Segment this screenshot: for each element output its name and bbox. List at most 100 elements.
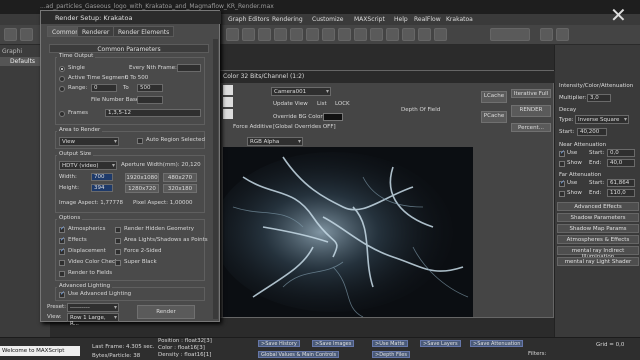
- range-start-field[interactable]: 0: [91, 84, 117, 92]
- use-advanced-lighting-checkbox[interactable]: [59, 290, 65, 298]
- rotate-icon[interactable]: [258, 28, 271, 41]
- area-lights-checkbox[interactable]: [115, 238, 121, 244]
- curve-editor-icon[interactable]: [386, 28, 399, 41]
- decay-start-field[interactable]: 40,200: [577, 128, 607, 136]
- render-hidden-geometry-checkbox[interactable]: [115, 227, 121, 233]
- range-end-field[interactable]: 500: [137, 84, 163, 92]
- preset-1920x1080-button[interactable]: 1920x1080: [125, 173, 159, 182]
- teapot-icon[interactable]: [540, 28, 553, 41]
- active-segment-radio[interactable]: [59, 76, 65, 82]
- lock-button[interactable]: LOCK: [335, 101, 350, 107]
- fb-render-button[interactable]: RENDER: [511, 105, 551, 117]
- common-parameters-rollout[interactable]: Common Parameters: [49, 44, 209, 53]
- menu-maxscript[interactable]: MAXScript: [354, 16, 385, 23]
- menu-graph-editors[interactable]: Graph Editors: [228, 16, 269, 23]
- displacement-checkbox[interactable]: [59, 247, 65, 255]
- shadow-parameters-button[interactable]: Shadow Parameters: [557, 213, 639, 222]
- green-channel-icon[interactable]: [223, 97, 233, 107]
- near-use-checkbox[interactable]: [559, 149, 565, 157]
- save-images-button[interactable]: >Save Images: [312, 340, 355, 347]
- list-button[interactable]: List: [317, 101, 327, 107]
- mirror-icon[interactable]: [338, 28, 351, 41]
- file-number-base-field[interactable]: [137, 96, 163, 104]
- far-start-field[interactable]: 61,864: [607, 179, 635, 187]
- area-to-render-dropdown[interactable]: View: [59, 137, 119, 146]
- dialog-scrollbar[interactable]: [213, 39, 218, 319]
- menu-realflow[interactable]: RealFlow: [414, 16, 441, 23]
- near-show-checkbox[interactable]: [559, 161, 565, 167]
- tab-renderer[interactable]: Renderer: [77, 26, 115, 37]
- far-use-checkbox[interactable]: [559, 179, 565, 187]
- near-end-field[interactable]: 40,0: [607, 159, 635, 167]
- bg-color-swatch[interactable]: [323, 113, 343, 121]
- shadow-map-params-button[interactable]: Shadow Map Params: [557, 224, 639, 233]
- iterative-full-button[interactable]: Iterative Full: [511, 89, 551, 98]
- decay-type-dropdown[interactable]: Inverse Square: [575, 115, 629, 124]
- single-radio[interactable]: [59, 66, 65, 72]
- mental-ray-indirect-button[interactable]: mental ray Indirect Illumination: [557, 246, 639, 260]
- width-field[interactable]: 700: [91, 173, 113, 181]
- material-editor-icon[interactable]: [418, 28, 431, 41]
- use-matte-button[interactable]: >Use Matte: [372, 340, 408, 347]
- preset-1280x720-button[interactable]: 1280x720: [125, 184, 159, 193]
- multiplier-field[interactable]: 3,0: [587, 94, 611, 102]
- layers-icon[interactable]: [370, 28, 383, 41]
- frames-field[interactable]: 1,3,5-12: [105, 109, 201, 117]
- unlink-icon[interactable]: [20, 28, 33, 41]
- far-show-checkbox[interactable]: [559, 191, 565, 197]
- maxscript-listener[interactable]: Welcome to MAXScript: [0, 346, 80, 356]
- frames-radio[interactable]: [59, 111, 65, 117]
- atmospherics-checkbox[interactable]: [59, 225, 65, 233]
- camera-dropdown[interactable]: Camera001: [271, 87, 331, 96]
- save-history-button[interactable]: >Save History: [258, 340, 300, 347]
- range-radio[interactable]: [59, 86, 65, 92]
- save-attenuation-button[interactable]: >Save Attenuation: [470, 340, 524, 347]
- super-black-checkbox[interactable]: [115, 260, 121, 266]
- render-to-fields-checkbox[interactable]: [59, 271, 65, 277]
- menu-rendering[interactable]: Rendering: [272, 16, 303, 23]
- output-preset-dropdown[interactable]: HDTV (video): [59, 161, 117, 170]
- auto-region-checkbox[interactable]: [137, 138, 143, 144]
- percent-snap-icon[interactable]: [322, 28, 335, 41]
- height-field[interactable]: 394: [91, 184, 113, 192]
- update-view-button[interactable]: Update View: [273, 101, 308, 107]
- near-start-field[interactable]: 0,0: [607, 149, 635, 157]
- force-2-sided-checkbox[interactable]: [115, 249, 121, 255]
- select-icon[interactable]: [226, 28, 239, 41]
- link-icon[interactable]: [4, 28, 17, 41]
- snap-icon[interactable]: [290, 28, 303, 41]
- scale-icon[interactable]: [274, 28, 287, 41]
- blue-channel-icon[interactable]: [223, 109, 233, 119]
- menu-help[interactable]: Help: [394, 16, 408, 23]
- video-color-check-checkbox[interactable]: [59, 260, 65, 266]
- tab-render-elements[interactable]: Render Elements: [113, 26, 175, 37]
- schematic-icon[interactable]: [402, 28, 415, 41]
- move-icon[interactable]: [242, 28, 255, 41]
- depth-files-button[interactable]: >Depth Files: [372, 351, 410, 358]
- angle-snap-icon[interactable]: [306, 28, 319, 41]
- save-layers-button[interactable]: >Save Layers: [420, 340, 461, 347]
- lcache-button[interactable]: LCache: [481, 91, 507, 103]
- pcache-button[interactable]: PCache: [481, 111, 507, 123]
- render-button[interactable]: Render: [137, 305, 195, 319]
- view-dropdown[interactable]: Row 1 Large, R...: [67, 313, 119, 327]
- menu-customize[interactable]: Customize: [312, 16, 344, 23]
- render-setup-icon[interactable]: [434, 28, 447, 41]
- effects-checkbox[interactable]: [59, 236, 65, 244]
- percent-button[interactable]: Percent...: [511, 123, 551, 132]
- far-end-field[interactable]: 110,0: [607, 189, 635, 197]
- advanced-effects-button[interactable]: Advanced Effects: [557, 202, 639, 211]
- mental-ray-light-shader-button[interactable]: mental ray Light Shader: [557, 257, 639, 266]
- channel-dropdown[interactable]: RGB Alpha: [247, 137, 303, 146]
- align-icon[interactable]: [354, 28, 367, 41]
- red-channel-icon[interactable]: [223, 85, 233, 95]
- preset-320x180-button[interactable]: 320x180: [163, 184, 197, 193]
- preset-480x270-button[interactable]: 480x270: [163, 173, 197, 182]
- global-values-button[interactable]: Global Values & Main Controls: [258, 351, 340, 358]
- menu-krakatoa[interactable]: Krakatoa: [446, 16, 473, 23]
- render-preset-dropdown[interactable]: [490, 28, 530, 41]
- close-icon[interactable]: ✕: [610, 3, 627, 27]
- every-nth-field[interactable]: [177, 64, 201, 72]
- atmospheres-effects-button[interactable]: Atmospheres & Effects: [557, 235, 639, 244]
- quick-render-icon[interactable]: [556, 28, 569, 41]
